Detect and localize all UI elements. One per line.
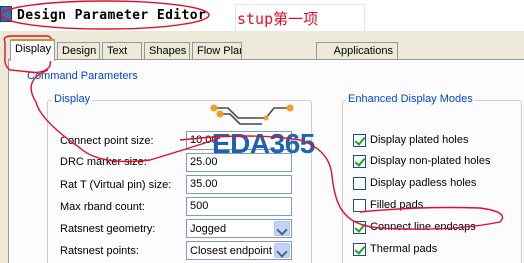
display-plated-holes-checkbox[interactable] — [353, 134, 366, 147]
display-plated-holes-label: Display plated holes — [370, 134, 469, 146]
display-non-plated-holes-checkbox[interactable] — [353, 155, 366, 168]
filled-pads-checkbox[interactable] — [353, 199, 366, 212]
thermal-pads-checkbox[interactable] — [353, 243, 366, 256]
connect-line-endcaps-checkbox[interactable] — [353, 221, 366, 234]
rat-t-size-label: Rat T (Virtual pin) size: — [60, 179, 172, 191]
connect-line-endcaps-label: Connect line endcaps — [370, 221, 476, 233]
annotation-text: stup第一项 — [237, 10, 319, 28]
ratsnest-points-value: Closest endpoint — [190, 245, 272, 257]
tab-applications[interactable]: Applications — [316, 42, 398, 60]
enhanced-display-legend: Enhanced Display Modes — [346, 93, 475, 105]
ratsnest-points-select[interactable]: Closest endpoint — [186, 241, 292, 260]
tab-display[interactable]: Display — [10, 39, 55, 61]
connect-point-size-label: Connect point size: — [60, 135, 154, 147]
eda365-logo-icon — [210, 104, 294, 125]
ratsnest-geometry-value: Jogged — [190, 223, 227, 235]
eda365-watermark: EDA365 — [212, 128, 315, 159]
ratsnest-points-label: Ratsnest points: — [60, 245, 139, 257]
tab-shapes[interactable]: Shapes — [144, 42, 190, 60]
chevron-down-icon[interactable] — [274, 221, 290, 236]
ratsnest-geometry-select[interactable]: Jogged — [186, 219, 292, 238]
window-title: Design Parameter Editor — [17, 8, 207, 23]
tab-flow-planning[interactable]: Flow Planning — [192, 42, 242, 60]
filled-pads-label: Filled pads — [370, 199, 424, 211]
max-rband-count-label: Max rband count: — [60, 201, 145, 213]
tab-text[interactable]: Text — [102, 42, 142, 60]
drc-marker-size-label: DRC marker size: — [60, 156, 147, 168]
app-icon — [0, 6, 12, 22]
thermal-pads-label: Thermal pads — [370, 243, 438, 255]
display-non-plated-holes-label: Display non-plated holes — [370, 155, 491, 167]
tab-design[interactable]: Design — [57, 42, 100, 60]
display-group-legend: Display — [52, 93, 93, 105]
display-padless-holes-checkbox[interactable] — [353, 177, 366, 190]
ratsnest-geometry-label: Ratsnest geometry: — [60, 223, 156, 235]
display-padless-holes-label: Display padless holes — [370, 177, 477, 189]
command-parameters-legend: Command Parameters — [25, 70, 140, 82]
chevron-down-icon[interactable] — [274, 243, 290, 258]
rat-t-size-input[interactable]: 35.00 — [186, 175, 292, 194]
title-bar: Design Parameter Editor stup第一项 — [0, 0, 524, 34]
max-rband-count-input[interactable]: 500 — [186, 197, 292, 216]
tab-strip: Display Design Text Shapes Flow Planning… — [0, 31, 524, 61]
